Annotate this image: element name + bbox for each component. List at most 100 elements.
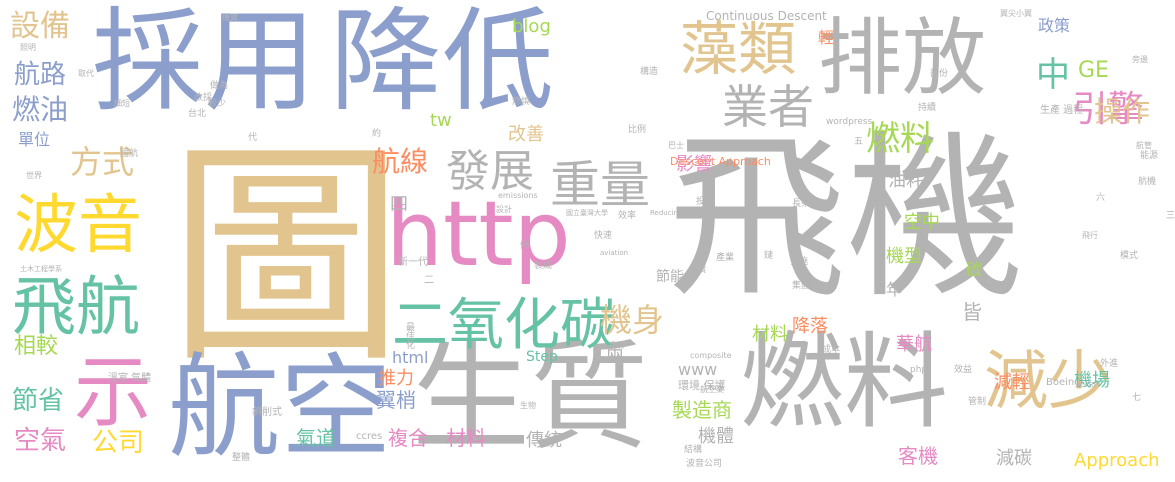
cloud-word: 空中 [904, 212, 940, 233]
cloud-word: 航線 [372, 145, 429, 178]
cloud-word: blog [512, 16, 551, 37]
cloud-word: 公司 [92, 428, 145, 458]
cloud-word: php [910, 365, 928, 375]
cloud-word: 最佳化 [404, 322, 414, 349]
cloud-word: 改善 [508, 124, 544, 145]
cloud-word: 減碳 [996, 448, 1032, 469]
cloud-word: 氣道 [296, 426, 336, 450]
cloud-word: 圖 [168, 120, 405, 395]
cloud-word: 例 [520, 241, 530, 251]
cloud-word: 機體 [698, 426, 734, 447]
cloud-word: 系統 [608, 341, 624, 350]
cloud-word: 能源 [1140, 151, 1159, 161]
cloud-word: 細短 [114, 99, 130, 108]
word-cloud: 飛機圖採用 降低 排放 生質 燃料 航空 http 藻類 減少 波音 飛航示二氧化碳 重量 發展 業者 引擎… [0, 0, 1175, 482]
cloud-word: 政策 [1038, 16, 1071, 35]
cloud-word: 持續 [918, 103, 937, 113]
cloud-word: 設計 [496, 205, 512, 214]
cloud-word: Descent Approach [670, 155, 771, 168]
cloud-word: 五 [854, 137, 864, 147]
cloud-word: 航路 [14, 60, 67, 90]
cloud-word: 客機 [898, 444, 938, 468]
cloud-word: 二 [424, 275, 434, 286]
cloud-word: 新一代 [398, 257, 428, 268]
cloud-word: 改採 [194, 93, 213, 103]
cloud-word: 發展 [446, 146, 534, 197]
cloud-word: 單位 [18, 130, 51, 149]
cloud-word: 做為 [210, 81, 229, 91]
cloud-word: 整體 [232, 453, 251, 463]
cloud-word: Continuous Descent [706, 9, 827, 23]
cloud-word: 部份 [930, 69, 949, 79]
cloud-word: 波音 [14, 189, 142, 263]
cloud-word: 國航 [120, 149, 139, 159]
cloud-word: wordpress [826, 117, 873, 127]
cloud-word: 代 [248, 133, 258, 143]
cloud-word: 航機 [1138, 177, 1157, 187]
cloud-word: 節省 [12, 386, 65, 416]
cloud-word: 效益 [954, 365, 973, 375]
cloud-word: 二氧化碳 [392, 293, 616, 358]
cloud-word: 製成 [534, 261, 553, 271]
cloud-word: 產業 [716, 253, 735, 263]
cloud-word: 快速 [594, 231, 613, 241]
cloud-word: Boeing [1046, 377, 1081, 388]
cloud-word: Step [526, 349, 558, 365]
cloud-word: www [678, 360, 718, 379]
cloud-word: 斜削式 [252, 407, 282, 418]
cloud-word: 製造商 [672, 398, 732, 422]
cloud-word: 溫室 氣體 [108, 373, 152, 384]
cloud-word: html [392, 348, 429, 367]
cloud-word: 取代 [78, 69, 94, 78]
cloud-word: Approach [1074, 450, 1160, 471]
cloud-word: 世界 [26, 171, 42, 180]
cloud-word: 飛行 [1082, 231, 1098, 240]
cloud-word: 燃燒 [512, 97, 531, 107]
cloud-word: 降落 [792, 316, 828, 337]
cloud-word: aviation [600, 249, 629, 257]
cloud-word: CFRP [1080, 381, 1098, 389]
cloud-word: 集團 [792, 281, 811, 291]
cloud-word: 華航 [896, 334, 932, 355]
cloud-word: tw [430, 110, 452, 131]
cloud-word: 油耗 [888, 170, 924, 191]
cloud-word: 航管 [1136, 141, 1152, 150]
cloud-word: 機型 [886, 246, 922, 267]
cloud-word: 國立臺灣大學 [566, 209, 608, 217]
cloud-word: 機翼 [222, 13, 238, 22]
cloud-word: 燃料 [866, 119, 934, 159]
cloud-word: 翼梢 [376, 388, 416, 412]
cloud-word: 飛航 [12, 271, 140, 345]
cloud-word: 藻類 [680, 15, 797, 83]
cloud-word: 碳 [966, 260, 983, 279]
cloud-word: 三 [1166, 211, 1175, 221]
cloud-word: 生物 [520, 401, 536, 410]
cloud-word: 七 [1132, 393, 1142, 403]
cloud-word: 台北 [188, 109, 207, 119]
cloud-word: GE [1078, 58, 1109, 83]
cloud-word: 皆 [962, 300, 982, 324]
cloud-word: 照明 [20, 43, 36, 52]
cloud-word: 節能 [656, 269, 684, 285]
cloud-word: 生產 過程 [1040, 105, 1084, 116]
cloud-word: 六 [1096, 193, 1106, 203]
cloud-word: 推力 [378, 368, 414, 389]
cloud-word: 機身 [600, 301, 665, 339]
cloud-word: 模式 [1120, 251, 1139, 261]
cloud-word: 鏈 [764, 251, 774, 261]
cloud-word: emissions [498, 191, 538, 200]
cloud-word: 示 [74, 348, 153, 438]
cloud-word: 減輕 [994, 372, 1030, 393]
cloud-word: 燃油 [12, 93, 69, 126]
cloud-word: 比例 [628, 125, 647, 135]
cloud-word: 翼尖小翼 [1000, 9, 1032, 18]
cloud-word: 輕 [818, 28, 835, 47]
cloud-word: Reducing [650, 209, 683, 217]
cloud-word: 四 [390, 194, 408, 215]
cloud-word: 中 [1036, 55, 1070, 95]
cloud-word: 材料 [752, 324, 788, 345]
cloud-word: 實施 [790, 257, 809, 267]
cloud-word: 巴士 [668, 141, 684, 150]
cloud-word: 約 [372, 129, 382, 139]
cloud-word: 長榮 [792, 199, 811, 209]
